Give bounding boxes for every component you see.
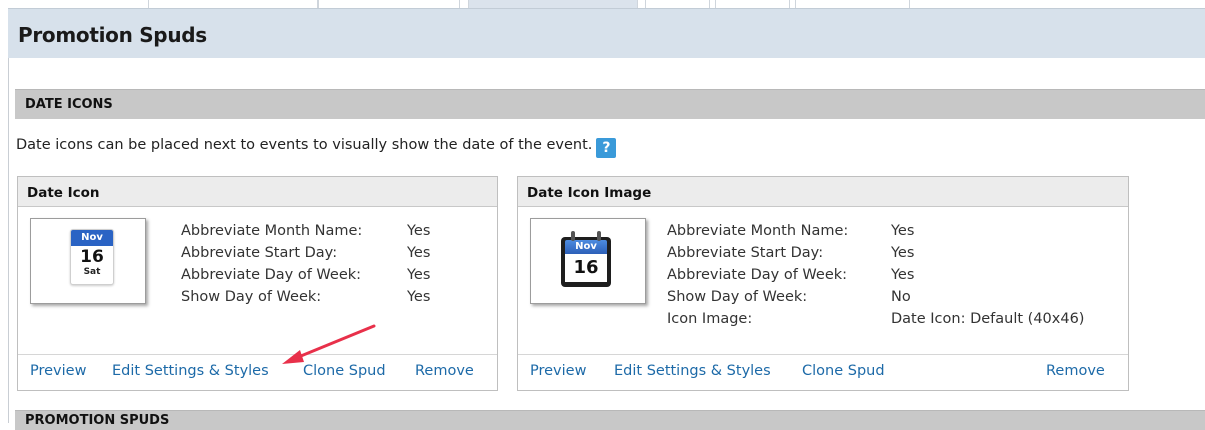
property-label: Abbreviate Day of Week: <box>667 267 848 283</box>
property-label: Abbreviate Day of Week: <box>181 267 362 283</box>
card-header: Date Icon Image <box>518 177 1128 207</box>
property-row: Show Day of Week: No <box>667 289 911 311</box>
property-row: Abbreviate Month Name: Yes <box>667 223 914 245</box>
icon-day: 16 <box>80 247 104 267</box>
property-label: Abbreviate Month Name: <box>667 223 849 239</box>
icon-day: 16 <box>565 254 607 282</box>
section-date-icons: DATE ICONS <box>15 89 1205 119</box>
section-title: DATE ICONS <box>25 97 113 112</box>
property-label: Abbreviate Start Day: <box>181 245 338 261</box>
tab[interactable] <box>795 0 910 8</box>
remove-link[interactable]: Remove <box>1046 363 1105 379</box>
tab-active[interactable] <box>468 0 638 8</box>
property-row: Abbreviate Month Name: Yes <box>181 223 430 245</box>
section-promotion-spuds: PROMOTION SPUDS <box>15 410 1205 430</box>
icon-weekday: Sat <box>83 267 101 277</box>
property-row: Abbreviate Start Day: Yes <box>181 245 430 267</box>
clone-spud-link[interactable]: Clone Spud <box>802 363 885 379</box>
binder-ring <box>597 231 601 241</box>
tab[interactable] <box>318 0 460 8</box>
top-tab-strip <box>0 0 1205 8</box>
date-icon-image-card: Date Icon Image Nov 16 Abbreviate Month … <box>517 176 1129 391</box>
left-border <box>8 8 9 423</box>
property-value: Yes <box>891 267 915 283</box>
property-value: Yes <box>407 223 431 239</box>
tab[interactable] <box>645 0 710 8</box>
property-row: Abbreviate Start Day: Yes <box>667 245 914 267</box>
preview-link[interactable]: Preview <box>530 363 586 379</box>
edit-settings-link[interactable]: Edit Settings & Styles <box>112 363 269 379</box>
property-value: Yes <box>891 223 915 239</box>
binder-ring <box>571 231 575 241</box>
property-row: Icon Image: Date Icon: Default (40x46) <box>667 311 1084 333</box>
card-actions: Preview Edit Settings & Styles Clone Spu… <box>18 354 497 390</box>
property-label: Show Day of Week: <box>181 289 322 305</box>
property-value: Yes <box>407 289 431 305</box>
property-label: Abbreviate Start Day: <box>667 245 824 261</box>
property-value: Yes <box>407 267 431 283</box>
page-title: Promotion Spuds <box>18 23 207 47</box>
icon-month: Nov <box>565 240 607 254</box>
page-header: Promotion Spuds <box>8 8 1205 58</box>
property-label: Icon Image: <box>667 311 753 327</box>
property-value: Date Icon: Default (40x46) <box>891 311 1085 327</box>
section-title: PROMOTION SPUDS <box>25 413 170 428</box>
edit-settings-link[interactable]: Edit Settings & Styles <box>614 363 771 379</box>
section-intro: Date icons can be placed next to events … <box>16 137 617 158</box>
property-row: Abbreviate Day of Week: Yes <box>667 267 914 289</box>
card-actions: Preview Edit Settings & Styles Clone Spu… <box>518 354 1128 390</box>
date-icon-card: Date Icon Nov 16 Sat Abbreviate Month Na… <box>17 176 498 391</box>
property-row: Show Day of Week: Yes <box>181 289 430 311</box>
property-list: Abbreviate Month Name: Yes Abbreviate St… <box>181 223 430 311</box>
date-icon-image-preview: Nov 16 <box>530 218 646 304</box>
annotation-arrow-icon <box>282 324 376 364</box>
property-value: Yes <box>891 245 915 261</box>
calendar-image-icon: Nov 16 <box>561 231 611 287</box>
preview-link[interactable]: Preview <box>30 363 86 379</box>
calendar-body: Nov 16 <box>561 237 611 287</box>
card-title: Date Icon Image <box>527 185 652 201</box>
tab[interactable] <box>148 0 318 8</box>
property-label: Show Day of Week: <box>667 289 808 305</box>
card-header: Date Icon <box>18 177 497 207</box>
date-icon-preview: Nov 16 Sat <box>30 218 146 304</box>
property-row: Abbreviate Day of Week: Yes <box>181 267 430 289</box>
help-icon[interactable]: ? <box>596 138 617 158</box>
property-label: Abbreviate Month Name: <box>181 223 363 239</box>
remove-link[interactable]: Remove <box>415 363 474 379</box>
property-value: Yes <box>407 245 431 261</box>
tab[interactable] <box>715 0 790 8</box>
property-list: Abbreviate Month Name: Yes Abbreviate St… <box>667 223 1084 333</box>
icon-month: Nov <box>71 230 113 246</box>
card-title: Date Icon <box>27 185 100 201</box>
property-value: No <box>891 289 911 305</box>
calendar-icon: Nov 16 Sat <box>70 229 114 285</box>
intro-text: Date icons can be placed next to events … <box>16 137 593 153</box>
